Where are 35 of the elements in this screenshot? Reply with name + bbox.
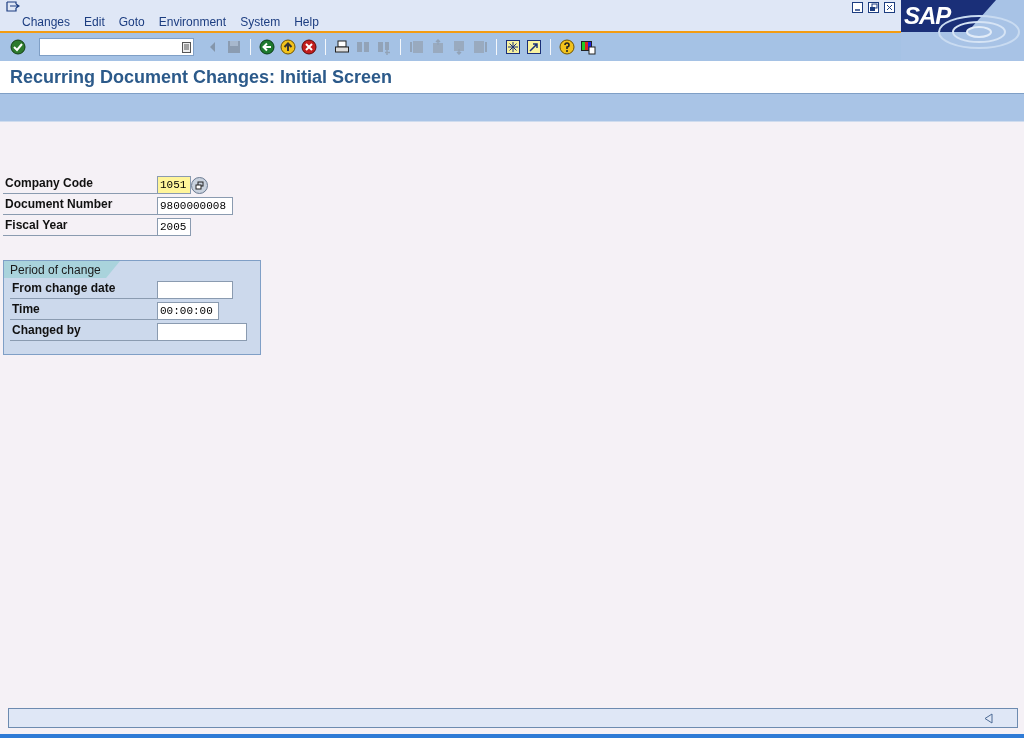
menu-item[interactable]: Help [294,13,319,31]
menu-item[interactable]: Edit [84,13,105,31]
back-arrow-icon[interactable] [259,39,275,55]
command-field[interactable] [39,38,194,56]
shortcut-icon[interactable] [526,39,542,55]
input-field[interactable] [157,281,233,299]
window-menu-icon[interactable] [6,1,20,12]
close-icon[interactable] [884,2,895,13]
input-field[interactable]: 00:00:00 [157,302,219,320]
menu-item[interactable]: System [240,13,281,31]
sap-logo: SAP [901,0,996,32]
printer-icon[interactable] [334,39,350,55]
field-label: Document Number [3,197,157,215]
menu-item[interactable]: Changes [22,13,71,31]
input-field[interactable]: 2005 [157,218,191,236]
field-label: Fiscal Year [3,218,157,236]
expand-triangle-icon[interactable] [984,712,993,724]
menu-item[interactable]: Environment [158,13,227,31]
field-label: Company Code [3,176,157,194]
input-field[interactable]: 9800000008 [157,197,233,215]
screen-title: Recurring Document Changes: Initial Screen [10,65,393,89]
dropdown-list-icon[interactable] [182,41,191,53]
help-icon[interactable] [559,39,575,55]
group-title: Period of change [10,261,101,279]
new-window-icon[interactable] [505,39,521,55]
input-field[interactable]: 1051 [157,176,191,194]
menu-item[interactable]: Goto [118,13,145,31]
enter-icon[interactable] [10,39,26,55]
up-arrow-icon[interactable] [280,39,296,55]
restore-icon[interactable] [868,2,879,13]
cancel-icon[interactable] [301,39,317,55]
input-field[interactable] [157,323,247,341]
search-help-icon[interactable] [191,176,208,194]
monitor-icon[interactable] [580,39,596,55]
minimize-icon[interactable] [852,2,863,13]
